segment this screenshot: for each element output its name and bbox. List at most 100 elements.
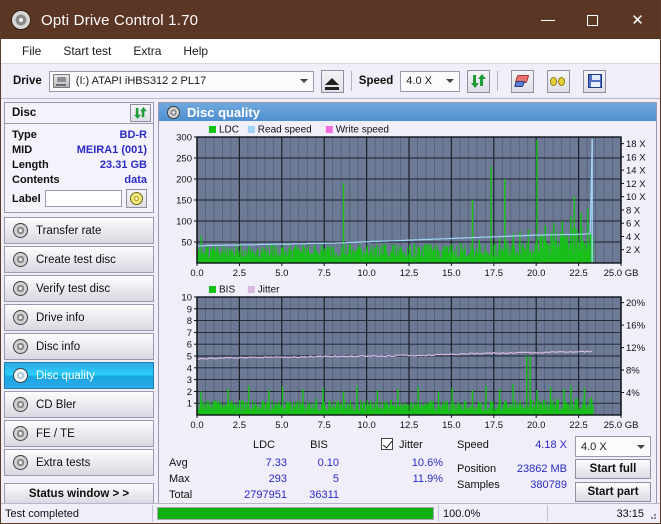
svg-text:1: 1 [187,399,192,410]
close-button[interactable]: ✕ [615,1,660,39]
sidebar-item-label: CD Bler [36,399,76,411]
test-speed-select[interactable]: 4.0 X [575,436,651,457]
save-button[interactable] [583,70,606,93]
menu-start-test[interactable]: Start test [52,41,122,61]
svg-text:20.0: 20.0 [527,420,546,431]
readout-speed-label: Speed [457,439,489,451]
panel-header: Disc quality [159,103,656,121]
disc-row-value: MEIRA1 (001) [77,144,147,156]
sidebar-item-create-test-disc[interactable]: Create test disc [4,246,154,273]
disc-row-mid: MID MEIRA1 (001) [12,142,147,157]
menu-help[interactable]: Help [172,41,219,61]
disc-icon [13,252,28,267]
stats-row-label-max: Max [169,473,190,485]
eraser-icon [515,75,531,88]
cd-icon [130,192,143,205]
readout-speed-value: 4.18 X [507,439,567,451]
svg-text:9: 9 [187,305,192,316]
sidebar-item-disc-info[interactable]: Disc info [4,333,154,360]
svg-text:18 X: 18 X [626,140,646,151]
disc-row-key: Contents [12,174,60,186]
sidebar-item-cd-bler[interactable]: CD Bler [4,391,154,418]
svg-text:Jitter: Jitter [258,285,280,296]
inspect-button[interactable] [547,70,570,93]
readout-samples-label: Samples [457,479,500,491]
svg-text:12.5: 12.5 [400,420,419,431]
disc-row-value: 23.31 GB [100,159,147,171]
sidebar-item-drive-info[interactable]: Drive info [4,304,154,331]
svg-text:15.0: 15.0 [442,420,461,431]
start-full-button[interactable]: Start full [575,459,651,479]
eject-button[interactable] [321,70,344,93]
chevron-down-icon [300,79,308,83]
svg-text:4: 4 [187,364,192,375]
status-window-button[interactable]: Status window > > [4,483,154,504]
drive-icon [53,74,70,88]
svg-text:0.0: 0.0 [190,420,203,431]
disc-label-input[interactable] [45,190,122,207]
sidebar-item-label: Create test disc [36,254,116,266]
stats-area: LDC BIS Jitter Avg 7.33 0.10 10.6% Max 2… [159,433,656,503]
svg-text:8%: 8% [626,366,640,377]
sidebar-item-label: Disc quality [36,370,95,382]
speed-select[interactable]: 4.0 X [400,71,460,92]
svg-text:2.5: 2.5 [233,420,246,431]
svg-text:5: 5 [187,352,192,363]
sidebar-item-transfer-rate[interactable]: Transfer rate [4,217,154,244]
svg-text:2: 2 [187,387,192,398]
refresh-button[interactable] [467,70,490,93]
disc-panel: Disc Type BD-R MID MEIRA1 (001) [4,102,154,213]
menu-file[interactable]: File [11,41,52,61]
start-part-button[interactable]: Start part [575,482,651,502]
menu-extra[interactable]: Extra [122,41,172,61]
eject-icon [325,78,339,85]
disc-quality-panel: Disc quality 501001502002503002 X4 X6 X8… [158,102,657,504]
svg-text:7: 7 [187,328,192,339]
disc-label-button[interactable] [126,189,147,208]
disc-row-key: Type [12,129,37,141]
sidebar-item-disc-quality[interactable]: Disc quality [4,362,154,389]
disc-row-value: BD-R [120,129,148,141]
readout-position-value: 23862 MB [499,463,567,475]
erase-button[interactable] [511,70,534,93]
status-bar: Test completed 100.0% 33:15 [1,503,660,523]
svg-text:7.5: 7.5 [318,420,331,431]
refresh-icon [471,74,486,88]
bis-jitter-chart: 123456789104%8%12%16%20%0.02.55.07.510.0… [159,281,655,433]
sidebar-item-label: Drive info [36,312,85,324]
progress-percent: 100.0% [438,505,548,522]
disc-icon [13,397,28,412]
svg-text:10.0: 10.0 [357,268,376,279]
disc-row-length: Length 23.31 GB [12,157,147,172]
disc-refresh-button[interactable] [130,104,151,122]
maximize-button[interactable] [570,1,615,39]
resize-grip[interactable] [647,510,657,520]
disc-icon [13,455,28,470]
status-message: Test completed [1,505,153,522]
progress-wrapper [153,505,438,522]
jitter-checkbox[interactable] [381,438,393,450]
stats-max-bis: 5 [291,473,339,485]
svg-text:16%: 16% [626,321,646,332]
sidebar-item-fe-te[interactable]: FE / TE [4,420,154,447]
minimize-icon [541,20,555,21]
svg-text:5.0: 5.0 [275,268,288,279]
svg-text:Write speed: Write speed [336,125,389,136]
sidebar-item-verify-test-disc[interactable]: Verify test disc [4,275,154,302]
svg-text:10.0: 10.0 [357,420,376,431]
svg-text:14 X: 14 X [626,166,646,177]
minimize-button[interactable] [525,1,570,39]
sidebar-item-label: Extra tests [36,457,90,469]
maximize-icon [587,15,598,26]
svg-text:50: 50 [181,238,192,249]
stats-col-bis: BIS [299,439,339,451]
drive-select[interactable]: (I:) ATAPI iHBS312 2 PL17 [49,71,314,92]
window-controls: ✕ [525,1,660,39]
sidebar-item-extra-tests[interactable]: Extra tests [4,449,154,476]
stats-total-ldc: 2797951 [219,489,287,501]
jitter-label: Jitter [399,439,423,451]
main-body: Disc Type BD-R MID MEIRA1 (001) [1,99,660,504]
toolbar-divider-2 [497,71,498,91]
disc-row-key: Length [12,159,49,171]
sidebar-nav: Transfer rate Create test disc Verify te… [4,217,154,476]
